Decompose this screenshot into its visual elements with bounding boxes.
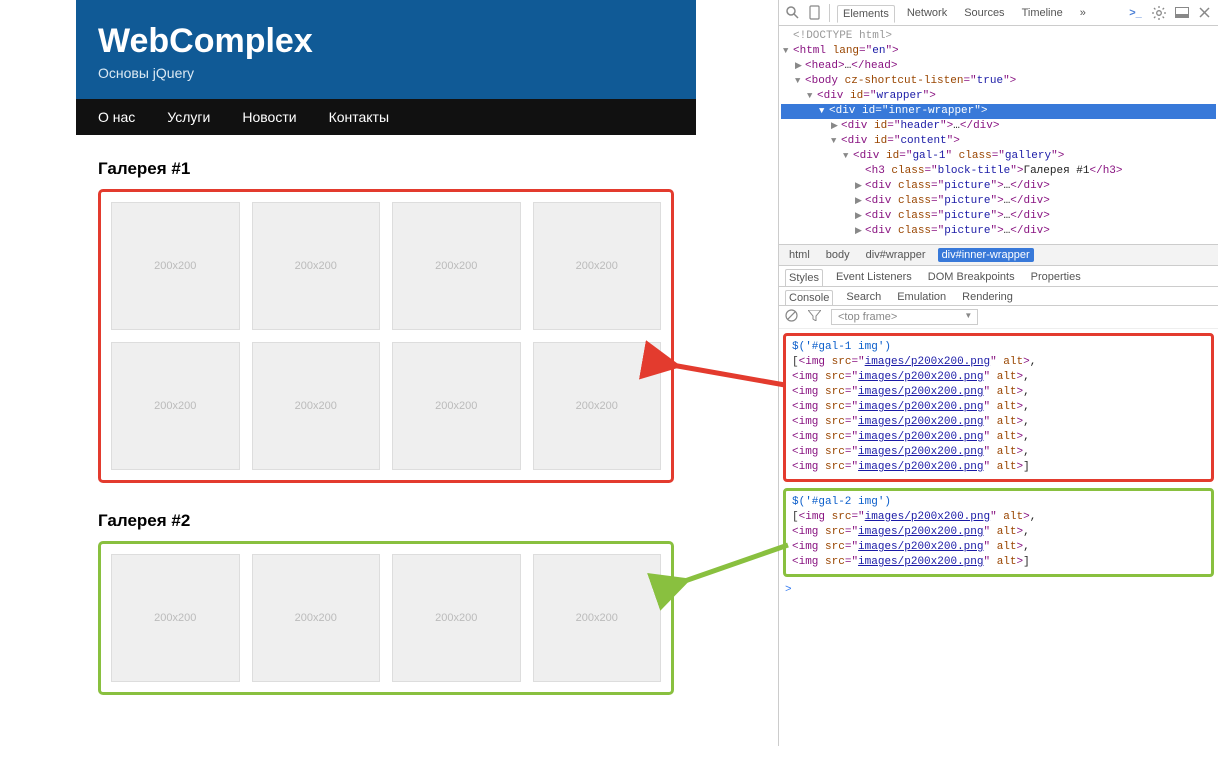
console-result-line: <img src="images/p200x200.png" alt>,: [792, 445, 1205, 460]
tab-timeline[interactable]: Timeline: [1017, 5, 1068, 21]
console-command: $('#gal-1 img'): [792, 340, 1205, 355]
dom-node[interactable]: <div id="header">…</div>: [781, 119, 1216, 134]
console-result-line: <img src="images/p200x200.png" alt>,: [792, 540, 1205, 555]
dom-node[interactable]: <div id="wrapper">: [781, 89, 1216, 104]
dom-node[interactable]: <div class="picture">…</div>: [781, 224, 1216, 239]
console-output-gal1: $('#gal-1 img') [<img src="images/p200x2…: [783, 333, 1214, 482]
filter-icon[interactable]: [808, 310, 821, 324]
console-toolbar: <top frame>: [779, 306, 1218, 329]
tab-more[interactable]: »: [1075, 5, 1091, 21]
console-command: $('#gal-2 img'): [792, 495, 1205, 510]
gallery-image: 200x200: [111, 554, 240, 682]
gallery-image: 200x200: [111, 202, 240, 330]
webpage-preview: WebComplex Основы jQuery О нас Услуги Но…: [76, 0, 696, 763]
dom-node[interactable]: <body cz-shortcut-listen="true">: [781, 74, 1216, 89]
dom-node[interactable]: <h3 class="block-title">Галерея #1</h3>: [781, 164, 1216, 179]
gallery-2: 200x200 200x200 200x200 200x200: [98, 541, 674, 695]
gear-icon[interactable]: [1151, 5, 1166, 20]
gallery-image: 200x200: [533, 554, 662, 682]
nav-link-services[interactable]: Услуги: [167, 109, 210, 125]
site-nav: О нас Услуги Новости Контакты: [76, 99, 696, 135]
site-content: Галерея #1 200x200 200x200 200x200 200x2…: [76, 135, 696, 763]
separator: [829, 4, 830, 22]
site-subtitle: Основы jQuery: [98, 65, 674, 81]
console-result-line: [<img src="images/p200x200.png" alt>,: [792, 355, 1205, 370]
tab-dom-breakpoints[interactable]: DOM Breakpoints: [925, 269, 1018, 286]
console-result-line: <img src="images/p200x200.png" alt>]: [792, 460, 1205, 475]
devtools-panel: Elements Network Sources Timeline » >_ <…: [778, 0, 1218, 746]
clear-console-icon[interactable]: [785, 309, 798, 325]
gallery-image: 200x200: [533, 342, 662, 470]
site-title: WebComplex: [98, 22, 674, 61]
console-result-line: <img src="images/p200x200.png" alt>,: [792, 400, 1205, 415]
device-icon[interactable]: [807, 5, 822, 20]
gallery-image: 200x200: [252, 554, 381, 682]
site-header: WebComplex Основы jQuery: [76, 0, 696, 99]
dom-node-selected[interactable]: <div id="inner-wrapper">: [781, 104, 1216, 119]
tab-styles[interactable]: Styles: [785, 269, 823, 286]
tab-search[interactable]: Search: [843, 290, 884, 305]
tab-rendering[interactable]: Rendering: [959, 290, 1016, 305]
frame-select[interactable]: <top frame>: [831, 309, 978, 325]
nav-link-about[interactable]: О нас: [98, 109, 135, 125]
gallery-image: 200x200: [392, 202, 521, 330]
dom-node[interactable]: <html lang="en">: [781, 44, 1216, 59]
close-icon[interactable]: [1197, 5, 1212, 20]
dom-node[interactable]: <head>…</head>: [781, 59, 1216, 74]
tab-console[interactable]: Console: [785, 290, 833, 305]
gallery-image: 200x200: [111, 342, 240, 470]
console-toggle-icon[interactable]: >_: [1128, 5, 1143, 20]
console-result-line: <img src="images/p200x200.png" alt>,: [792, 430, 1205, 445]
gallery-image: 200x200: [392, 554, 521, 682]
dock-icon[interactable]: [1174, 5, 1189, 20]
gallery-1: 200x200 200x200 200x200 200x200 200x200 …: [98, 189, 674, 483]
gallery-image: 200x200: [252, 202, 381, 330]
console-result-line: [<img src="images/p200x200.png" alt>,: [792, 510, 1205, 525]
dom-node[interactable]: <div id="gal-1" class="gallery">: [781, 149, 1216, 164]
gallery2-title: Галерея #2: [98, 511, 674, 531]
tab-network[interactable]: Network: [902, 5, 952, 21]
gallery-image: 200x200: [533, 202, 662, 330]
styles-tabs: Styles Event Listeners DOM Breakpoints P…: [779, 266, 1218, 287]
tab-event-listeners[interactable]: Event Listeners: [833, 269, 915, 286]
nav-link-contacts[interactable]: Контакты: [329, 109, 389, 125]
gallery1-title: Галерея #1: [98, 159, 674, 179]
dom-node[interactable]: <div class="picture">…</div>: [781, 194, 1216, 209]
dom-node[interactable]: <div class="picture">…</div>: [781, 209, 1216, 224]
tab-sources[interactable]: Sources: [959, 5, 1009, 21]
gallery-image: 200x200: [252, 342, 381, 470]
crumb-body[interactable]: body: [822, 248, 854, 262]
tab-elements[interactable]: Elements: [837, 5, 895, 23]
drawer-tabs: Console Search Emulation Rendering: [779, 287, 1218, 306]
breadcrumb: html body div#wrapper div#inner-wrapper: [779, 244, 1218, 266]
tab-emulation[interactable]: Emulation: [894, 290, 949, 305]
console-result-line: <img src="images/p200x200.png" alt>,: [792, 385, 1205, 400]
gallery-image: 200x200: [392, 342, 521, 470]
console-prompt[interactable]: >: [783, 583, 1214, 598]
dom-node[interactable]: <div class="picture">…</div>: [781, 179, 1216, 194]
crumb-html[interactable]: html: [785, 248, 814, 262]
console-result-line: <img src="images/p200x200.png" alt>]: [792, 555, 1205, 570]
crumb-inner-wrapper[interactable]: div#inner-wrapper: [938, 248, 1034, 262]
console-output-gal2: $('#gal-2 img') [<img src="images/p200x2…: [783, 488, 1214, 577]
tab-properties[interactable]: Properties: [1028, 269, 1084, 286]
devtools-toolbar: Elements Network Sources Timeline » >_: [779, 0, 1218, 26]
dom-tree[interactable]: <!DOCTYPE html> <html lang="en"> <head>……: [779, 26, 1218, 244]
console-result-line: <img src="images/p200x200.png" alt>,: [792, 370, 1205, 385]
crumb-wrapper[interactable]: div#wrapper: [862, 248, 930, 262]
console-result-line: <img src="images/p200x200.png" alt>,: [792, 525, 1205, 540]
console-result-line: <img src="images/p200x200.png" alt>,: [792, 415, 1205, 430]
console-body[interactable]: $('#gal-1 img') [<img src="images/p200x2…: [779, 329, 1218, 602]
dom-node[interactable]: <div id="content">: [781, 134, 1216, 149]
inspect-icon[interactable]: [785, 5, 800, 20]
dom-node[interactable]: <!DOCTYPE html>: [781, 29, 1216, 44]
nav-link-news[interactable]: Новости: [242, 109, 296, 125]
